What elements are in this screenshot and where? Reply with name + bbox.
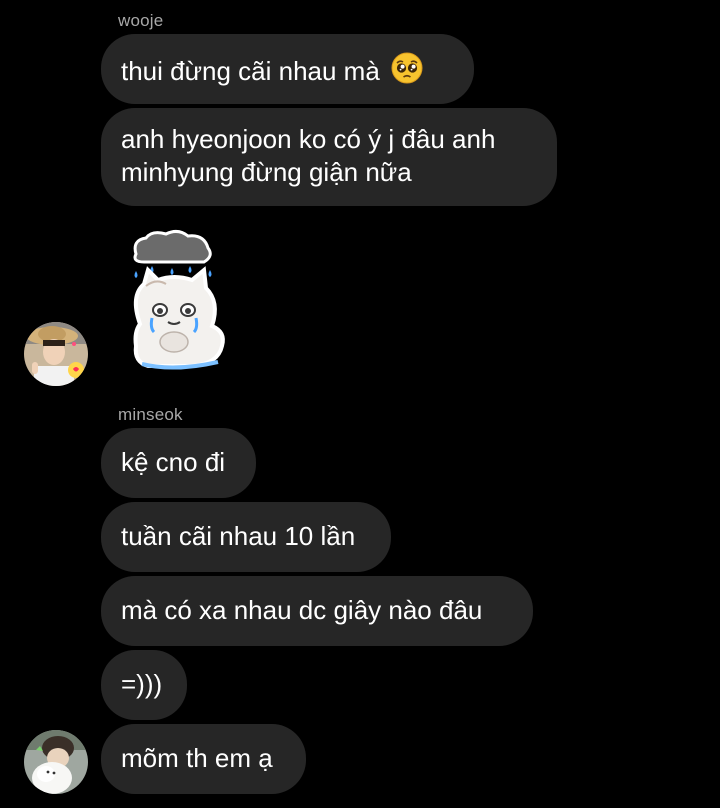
- message-text: mà có xa nhau dc giây nào đâu: [121, 595, 483, 625]
- message-text: =))): [121, 669, 163, 699]
- message-bubble[interactable]: mà có xa nhau dc giây nào đâu: [101, 576, 533, 646]
- avatar[interactable]: [24, 322, 88, 386]
- message-bubble[interactable]: mõm th em ạ: [101, 724, 306, 794]
- message-bubble[interactable]: anh hyeonjoon ko có ý j đâu anh minhyung…: [101, 108, 557, 206]
- message-bubble[interactable]: kệ cno đi: [101, 428, 256, 498]
- message-text: mõm th em ạ: [121, 743, 273, 773]
- sender-name: minseok: [118, 405, 183, 424]
- cat-icon: [133, 266, 225, 370]
- sender-name: wooje: [118, 11, 164, 30]
- message-bubble[interactable]: =))): [101, 650, 187, 720]
- message-text: kệ cno đi: [121, 447, 226, 477]
- avatar[interactable]: [24, 730, 88, 794]
- message-bubble[interactable]: thui đừng cãi nhau mà: [101, 34, 474, 104]
- message-bubble[interactable]: tuần cãi nhau 10 lần: [101, 502, 391, 572]
- message-text: thui đừng cãi nhau mà: [121, 56, 380, 86]
- message-text: anh hyeonjoon ko có ý j đâu anh minhyung…: [121, 124, 496, 187]
- pleading-face-icon: [391, 52, 423, 92]
- message-text: tuần cãi nhau 10 lần: [121, 521, 356, 551]
- crying-cat-sticker[interactable]: [122, 226, 236, 374]
